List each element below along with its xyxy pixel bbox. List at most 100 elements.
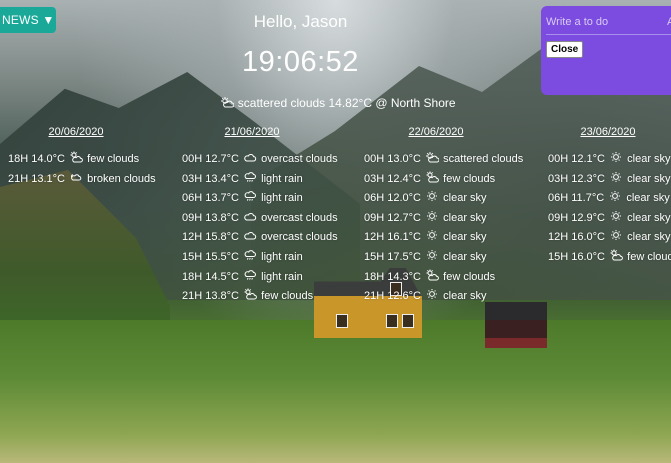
forecast-time: 03H — [364, 172, 385, 185]
forecast-entry: 18H 14.0°C few clouds — [8, 151, 139, 167]
todo-input[interactable]: Write a to do A — [546, 16, 671, 35]
forecast-date: 21/06/2020 — [224, 126, 280, 138]
forecast-time: 18H — [182, 270, 203, 283]
forecast-description: scattered clouds — [443, 153, 524, 165]
sun-icon — [425, 210, 439, 222]
forecast-description: light rain — [261, 270, 303, 283]
cloud-icon — [243, 210, 257, 222]
sun-cloud-icon — [425, 269, 439, 281]
forecast-temp: 16.1°C — [387, 231, 422, 244]
todo-panel: Write a to do A Close — [541, 6, 671, 95]
forecast-time: 00H — [364, 153, 385, 165]
forecast-description: clear sky — [627, 211, 671, 224]
rain-icon — [243, 249, 257, 261]
forecast-time: 21H — [364, 290, 385, 303]
forecast-time: 03H — [182, 172, 203, 185]
cloud-icon — [243, 151, 257, 163]
forecast-entry: 21H 12.6°C clear sky — [364, 288, 487, 304]
cloud-icon — [243, 229, 257, 241]
forecast-time: 03H — [548, 172, 569, 185]
forecast-temp: 14.0°C — [31, 153, 66, 165]
sun-icon — [609, 151, 623, 163]
broken-clouds-icon — [69, 171, 83, 183]
forecast-temp: 12.4°C — [387, 172, 422, 185]
forecast-description: few clouds — [87, 153, 140, 165]
forecast-entry: 03H 12.4°C few clouds — [364, 171, 495, 187]
forecast-description: clear sky — [627, 231, 671, 244]
forecast-entry: 15H 17.5°C clear sky — [364, 249, 487, 265]
forecast-entry: 12H 16.0°C clear sky — [548, 229, 671, 245]
forecast-entry: 00H 12.1°C clear sky — [548, 151, 671, 167]
forecast-temp: 17.5°C — [387, 251, 422, 263]
forecast-time: 12H — [182, 231, 203, 244]
forecast-time: 15H — [182, 251, 203, 263]
forecast-description: overcast clouds — [261, 231, 338, 244]
forecast-entry: 03H 13.4°C light rain — [182, 171, 303, 187]
sun-icon — [608, 190, 622, 202]
forecast-entry: 09H 12.9°C clear sky — [548, 210, 671, 226]
forecast-description: clear sky — [626, 192, 670, 205]
sun-cloud-icon — [69, 151, 83, 163]
forecast-description: clear sky — [627, 153, 671, 165]
close-button[interactable]: Close — [546, 41, 584, 58]
forecast-time: 21H — [8, 172, 29, 185]
forecast-temp: 12.6°C — [387, 290, 422, 303]
rain-icon — [243, 171, 257, 183]
sun-icon — [425, 249, 439, 261]
forecast-entry: 06H 13.7°C light rain — [182, 190, 303, 206]
forecast-time: 15H — [548, 251, 569, 263]
forecast-temp: 12.9°C — [571, 211, 606, 224]
forecast-temp: 12.1°C — [571, 153, 606, 165]
forecast-date: 22/06/2020 — [408, 126, 464, 138]
forecast-temp: 12.0°C — [387, 192, 422, 205]
forecast-description: light rain — [261, 192, 303, 205]
forecast-time: 09H — [182, 211, 203, 224]
forecast-temp: 16.0°C — [571, 231, 606, 244]
forecast-time: 18H — [364, 270, 385, 283]
current-weather-text: scattered clouds 14.82°C @ North Shore — [237, 96, 456, 110]
forecast-time: 00H — [548, 153, 569, 165]
forecast-temp: 13.8°C — [205, 290, 240, 303]
dashboard: NEWS ▼ Hello, Jason 19:06:52 scattered c… — [0, 0, 671, 463]
rain-icon — [243, 190, 257, 202]
forecast-description: light rain — [261, 172, 303, 185]
forecast-entry: 03H 12.3°C clear sky — [548, 171, 671, 187]
sun-icon — [609, 229, 623, 241]
forecast-description: clear sky — [443, 251, 487, 263]
sun-icon — [425, 229, 439, 241]
forecast-time: 18H — [8, 153, 29, 165]
forecast-entry: 06H 11.7°C clear sky — [548, 190, 670, 206]
forecast-entry: 18H 14.3°C few clouds — [364, 269, 495, 285]
greeting-text: Hello, Jason — [253, 12, 348, 31]
forecast-time: 06H — [548, 192, 569, 205]
forecast-description: few clouds — [443, 172, 496, 185]
forecast-description: few clouds — [261, 290, 314, 303]
forecast-temp: 15.8°C — [205, 231, 240, 244]
sun-icon — [425, 288, 439, 300]
sun-icon — [609, 171, 623, 183]
forecast-temp: 15.5°C — [205, 251, 240, 263]
forecast-temp: 13.1°C — [31, 172, 66, 185]
forecast-time: 12H — [364, 231, 385, 244]
forecast-entry: 18H 14.5°C light rain — [182, 269, 303, 285]
forecast-time: 12H — [548, 231, 569, 244]
forecast-entry: 12H 16.1°C clear sky — [364, 229, 487, 245]
sun-icon — [609, 210, 623, 222]
sun-cloud-icon — [609, 249, 623, 261]
forecast-description: overcast clouds — [261, 211, 338, 224]
forecast-description: few clouds — [627, 251, 671, 263]
forecast-description: clear sky — [443, 192, 487, 205]
forecast-time: 06H — [364, 192, 385, 205]
todo-input-overflow: A — [667, 16, 671, 28]
forecast-description: clear sky — [443, 211, 487, 224]
forecast-description: clear sky — [627, 172, 671, 185]
forecast-description: clear sky — [443, 231, 487, 244]
forecast-temp: 13.7°C — [205, 192, 240, 205]
forecast-entry: 21H 13.1°C broken clouds — [8, 171, 156, 187]
clock: 19:06:52 — [242, 46, 359, 78]
partly-cloudy-icon — [425, 151, 440, 163]
todo-input-placeholder: Write a to do — [546, 16, 609, 28]
forecast-description: overcast clouds — [261, 153, 338, 165]
forecast-temp: 13.4°C — [205, 172, 240, 185]
forecast-entry: 21H 13.8°C few clouds — [182, 288, 313, 304]
